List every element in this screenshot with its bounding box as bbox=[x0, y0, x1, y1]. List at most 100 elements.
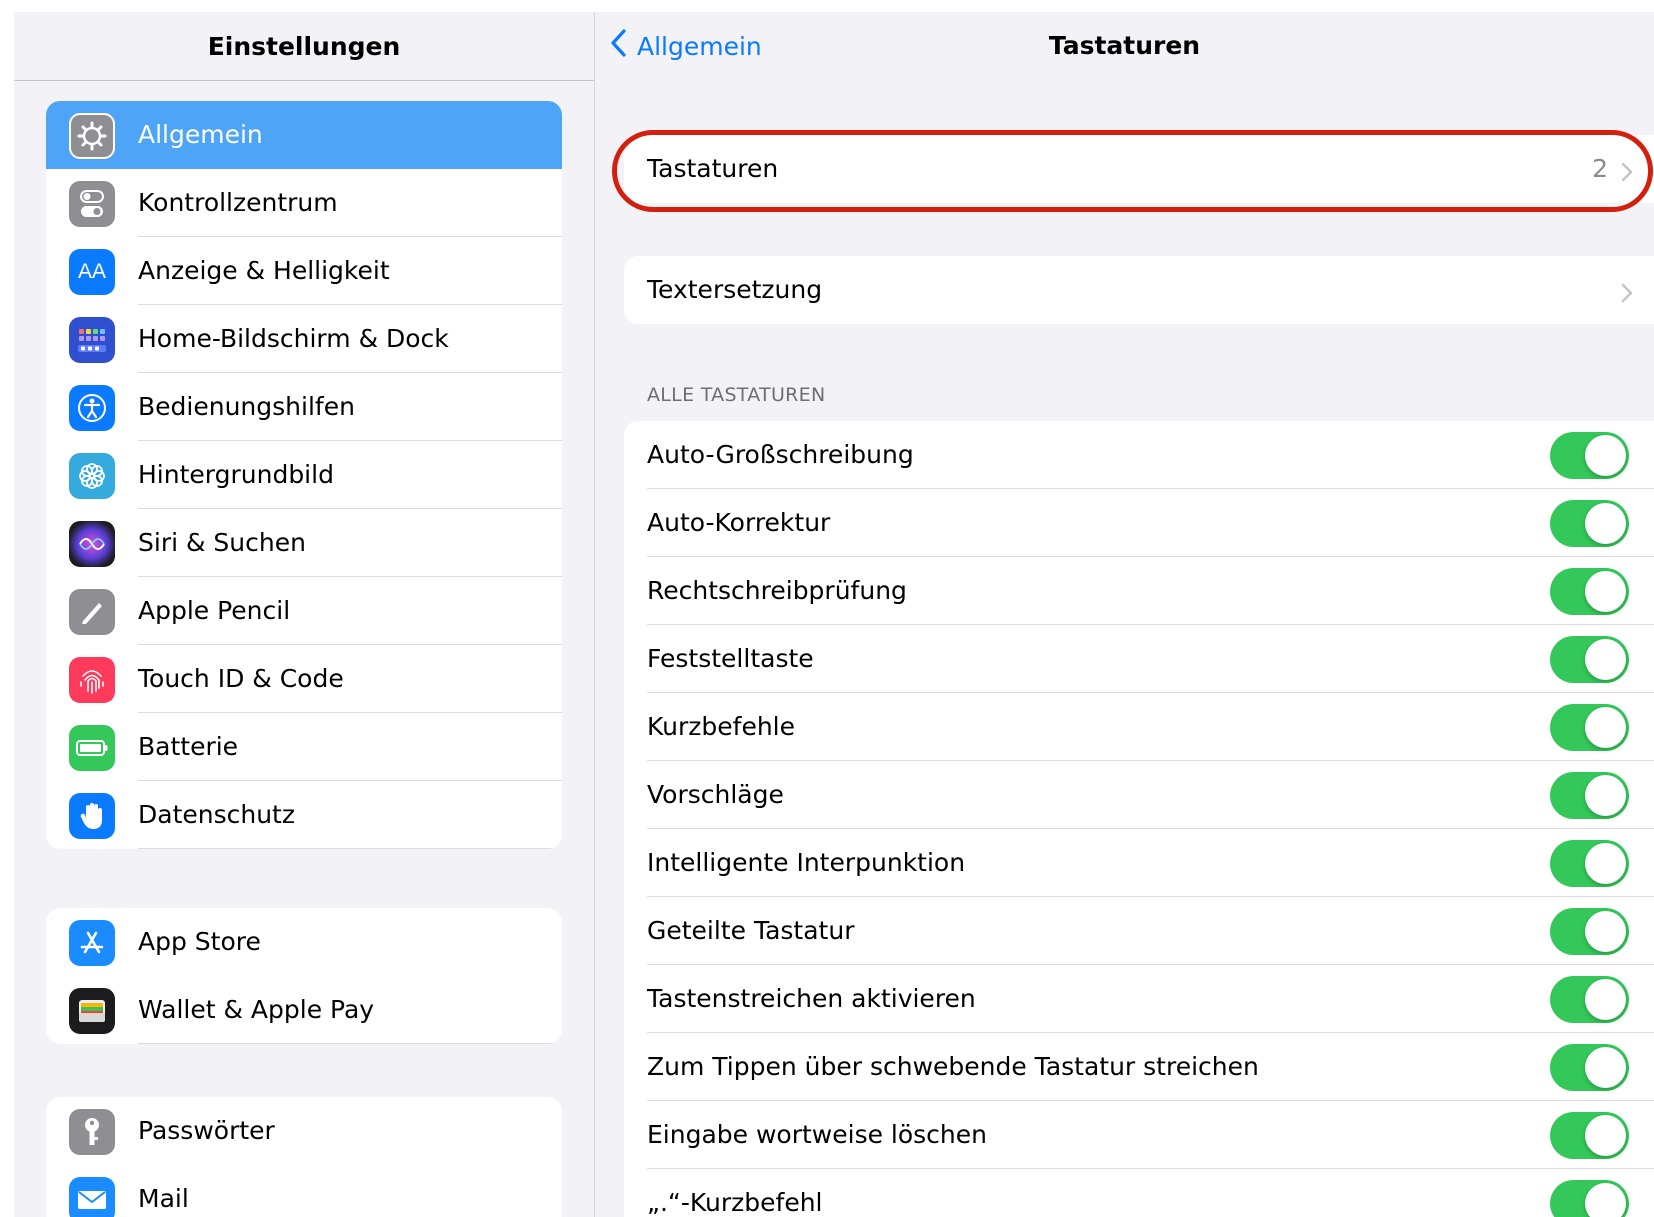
setting-label: Eingabe wortweise löschen bbox=[647, 1120, 988, 1149]
sidebar-item-passwoerter[interactable]: Passwörter bbox=[46, 1097, 562, 1165]
back-button-label: Allgemein bbox=[637, 31, 762, 61]
gear-icon bbox=[69, 113, 115, 159]
home-grid-icon bbox=[69, 317, 115, 363]
setting-label: Vorschläge bbox=[647, 780, 784, 809]
sidebar-item-hintergrundbild[interactable]: Hintergrundbild bbox=[46, 441, 562, 509]
sidebar-item-mail[interactable]: Mail bbox=[46, 1165, 562, 1217]
setting-row: Tastenstreichen aktivieren bbox=[624, 965, 1654, 1033]
chevron-right-icon bbox=[1620, 159, 1634, 182]
setting-label: Zum Tippen über schwebende Tastatur stre… bbox=[647, 1052, 1259, 1081]
section-header: ALLE TASTATUREN bbox=[647, 384, 826, 406]
sidebar-title: Einstellungen bbox=[14, 12, 594, 81]
toggle-switch[interactable] bbox=[1550, 840, 1629, 887]
text-size-icon: AA bbox=[69, 249, 115, 295]
setting-row: Kurzbefehle bbox=[624, 693, 1654, 761]
text-replacement-row[interactable]: Textersetzung bbox=[624, 256, 1654, 324]
setting-row: Auto-Korrektur bbox=[624, 489, 1654, 557]
sidebar-item-siri-suchen[interactable]: Siri & Suchen bbox=[46, 509, 562, 577]
toggle-knob bbox=[1585, 775, 1626, 816]
setting-row: „.“-Kurzbefehl bbox=[624, 1169, 1654, 1217]
sidebar-item-label: Touch ID & Code bbox=[138, 664, 344, 693]
sidebar-item-apple-pencil[interactable]: Apple Pencil bbox=[46, 577, 562, 645]
toggle-switch[interactable] bbox=[1550, 432, 1629, 479]
sidebar: Einstellungen Allgemein Kontrollzentrum … bbox=[14, 12, 595, 1217]
keyboards-group: Tastaturen 2 bbox=[624, 135, 1654, 203]
toggle-knob bbox=[1585, 503, 1626, 544]
setting-row: Zum Tippen über schwebende Tastatur stre… bbox=[624, 1033, 1654, 1101]
toggle-switch[interactable] bbox=[1550, 908, 1629, 955]
battery-icon bbox=[69, 725, 115, 771]
toggle-knob bbox=[1585, 1183, 1626, 1217]
setting-row: Auto-Großschreibung bbox=[624, 421, 1654, 489]
setting-row: Vorschläge bbox=[624, 761, 1654, 829]
sidebar-item-label: App Store bbox=[138, 927, 261, 956]
toggle-switch[interactable] bbox=[1550, 704, 1629, 751]
setting-label: Kurzbefehle bbox=[647, 712, 795, 741]
sidebar-item-label: Apple Pencil bbox=[138, 596, 291, 625]
sidebar-item-label: Bedienungshilfen bbox=[138, 392, 355, 421]
wallet-icon bbox=[69, 988, 115, 1034]
toggle-switch[interactable] bbox=[1550, 772, 1629, 819]
all-keyboards-group: Auto-Großschreibung Auto-Korrektur Rechtsc… bbox=[624, 421, 1654, 1217]
toggle-switch[interactable] bbox=[1550, 1112, 1629, 1159]
sidebar-item-allgemein[interactable]: Allgemein bbox=[46, 101, 562, 169]
sidebar-item-wallet[interactable]: Wallet & Apple Pay bbox=[46, 976, 562, 1044]
toggle-switch[interactable] bbox=[1550, 568, 1629, 615]
toggle-switch[interactable] bbox=[1550, 636, 1629, 683]
keyboards-count: 2 bbox=[1592, 154, 1608, 183]
keyboards-row[interactable]: Tastaturen 2 bbox=[624, 135, 1654, 203]
mail-icon bbox=[69, 1177, 115, 1217]
app-store-icon bbox=[69, 920, 115, 966]
sidebar-item-kontrollzentrum[interactable]: Kontrollzentrum bbox=[46, 169, 562, 237]
sidebar-item-anzeige-helligkeit[interactable]: AA Anzeige & Helligkeit bbox=[46, 237, 562, 305]
switches-icon bbox=[69, 181, 115, 227]
sidebar-item-label: Home-Bildschirm & Dock bbox=[138, 324, 449, 353]
sidebar-group-store: App Store Wallet & Apple Pay bbox=[46, 908, 562, 1044]
back-button[interactable]: Allgemein bbox=[609, 22, 762, 70]
flower-icon bbox=[69, 453, 115, 499]
toggle-switch[interactable] bbox=[1550, 976, 1629, 1023]
pencil-icon bbox=[69, 589, 115, 635]
setting-row: Geteilte Tastatur bbox=[624, 897, 1654, 965]
toggle-switch[interactable] bbox=[1550, 1044, 1629, 1091]
setting-row: Rechtschreibprüfung bbox=[624, 557, 1654, 625]
sidebar-item-batterie[interactable]: Batterie bbox=[46, 713, 562, 781]
setting-row: Feststelltaste bbox=[624, 625, 1654, 693]
keyboards-label: Tastaturen bbox=[647, 154, 779, 183]
toggle-knob bbox=[1585, 571, 1626, 612]
sidebar-item-label: Passwörter bbox=[138, 1116, 275, 1145]
toggle-knob bbox=[1585, 1047, 1626, 1088]
sidebar-item-touch-id-code[interactable]: Touch ID & Code bbox=[46, 645, 562, 713]
sidebar-item-label: Batterie bbox=[138, 732, 239, 761]
sidebar-item-label: Kontrollzentrum bbox=[138, 188, 338, 217]
toggle-switch[interactable] bbox=[1550, 1180, 1629, 1217]
toggle-knob bbox=[1585, 435, 1626, 476]
sidebar-group-accounts: Passwörter Mail bbox=[46, 1097, 562, 1217]
sidebar-item-label: Datenschutz bbox=[138, 800, 295, 829]
sidebar-item-bedienungshilfen[interactable]: Bedienungshilfen bbox=[46, 373, 562, 441]
sidebar-item-app-store[interactable]: App Store bbox=[46, 908, 562, 976]
sidebar-group-system: Allgemein Kontrollzentrum AA Anzeige & H… bbox=[46, 101, 562, 849]
chevron-left-icon bbox=[609, 28, 627, 64]
setting-row: Intelligente Interpunktion bbox=[624, 829, 1654, 897]
toggle-knob bbox=[1585, 639, 1626, 680]
hand-icon bbox=[69, 793, 115, 839]
sidebar-item-home-bildschirm[interactable]: Home-Bildschirm & Dock bbox=[46, 305, 562, 373]
text-replacement-group: Textersetzung bbox=[624, 256, 1654, 324]
fingerprint-icon bbox=[69, 657, 115, 703]
sidebar-item-label: Anzeige & Helligkeit bbox=[138, 256, 390, 285]
siri-icon bbox=[69, 521, 115, 567]
toggle-knob bbox=[1585, 1115, 1626, 1156]
setting-label: Geteilte Tastatur bbox=[647, 916, 855, 945]
setting-label: Tastenstreichen aktivieren bbox=[647, 984, 976, 1013]
setting-label: Intelligente Interpunktion bbox=[647, 848, 966, 877]
sidebar-item-label: Mail bbox=[138, 1184, 189, 1213]
toggle-knob bbox=[1585, 911, 1626, 952]
toggle-switch[interactable] bbox=[1550, 500, 1629, 547]
toggle-knob bbox=[1585, 843, 1626, 884]
setting-label: Auto-Korrektur bbox=[647, 508, 831, 537]
sidebar-item-datenschutz[interactable]: Datenschutz bbox=[46, 781, 562, 849]
toggle-knob bbox=[1585, 979, 1626, 1020]
settings-screen: Einstellungen Allgemein Kontrollzentrum … bbox=[14, 12, 1654, 1217]
sidebar-item-label: Wallet & Apple Pay bbox=[138, 995, 375, 1024]
